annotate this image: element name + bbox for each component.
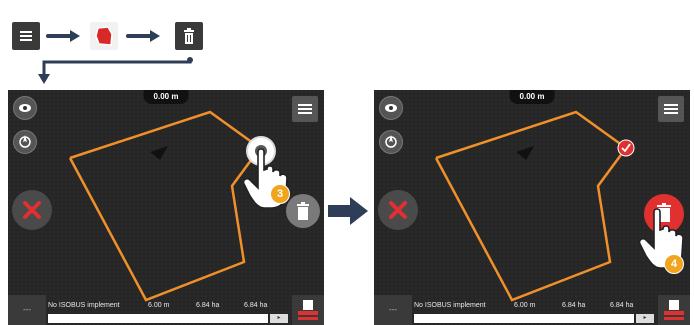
area-value-1: 6.84 ha (562, 302, 586, 309)
vehicle-marker (516, 146, 534, 160)
transition-arrow (328, 197, 368, 225)
map-screen-2: 0.00 m 4 --- No ISOBUS implement 6.00 m … (374, 90, 690, 325)
status-info: No ISOBUS implement 6.00 m 6.84 ha 6.84 … (48, 300, 288, 312)
connector-arrow (38, 57, 193, 84)
menu-icon (20, 31, 32, 41)
status-message-field (414, 314, 634, 323)
width-value: 6.00 m (514, 302, 536, 309)
area-value-2: 6.84 ha (244, 302, 268, 309)
checkmark-icon (617, 139, 635, 157)
arrow-icon (126, 30, 160, 42)
area-value-1: 6.84 ha (196, 302, 220, 309)
field-boundary-button[interactable] (90, 22, 118, 50)
map-screen-1: 0.00 m 3 --- No ISOBUS implement 6.00 m … (8, 90, 324, 325)
step-badge-4: 4 (664, 254, 684, 274)
vehicle-marker (150, 146, 168, 160)
trash-icon (184, 28, 194, 44)
implement-button[interactable] (658, 295, 690, 325)
arrow-icon (46, 30, 80, 42)
menu-button[interactable] (12, 22, 40, 50)
implement-label: No ISOBUS implement (48, 302, 120, 309)
status-toggle[interactable]: ▸ (636, 314, 654, 323)
status-left-box: --- (374, 295, 412, 325)
implement-icon (298, 300, 318, 320)
status-toggle[interactable]: ▸ (270, 314, 288, 323)
implement-label: No ISOBUS implement (414, 302, 486, 309)
status-bar: --- No ISOBUS implement 6.00 m 6.84 ha 6… (8, 295, 324, 325)
status-bar: --- No ISOBUS implement 6.00 m 6.84 ha 6… (374, 295, 690, 325)
status-info: No ISOBUS implement 6.00 m 6.84 ha 6.84 … (414, 300, 654, 312)
width-value: 6.00 m (148, 302, 170, 309)
implement-icon (664, 300, 684, 320)
implement-button[interactable] (292, 295, 324, 325)
step-badge-3: 3 (270, 184, 290, 204)
area-value-2: 6.84 ha (610, 302, 634, 309)
status-left-box: --- (8, 295, 46, 325)
delete-button[interactable] (175, 22, 203, 50)
field-boundary-icon (95, 26, 113, 46)
status-message-field (48, 314, 268, 323)
